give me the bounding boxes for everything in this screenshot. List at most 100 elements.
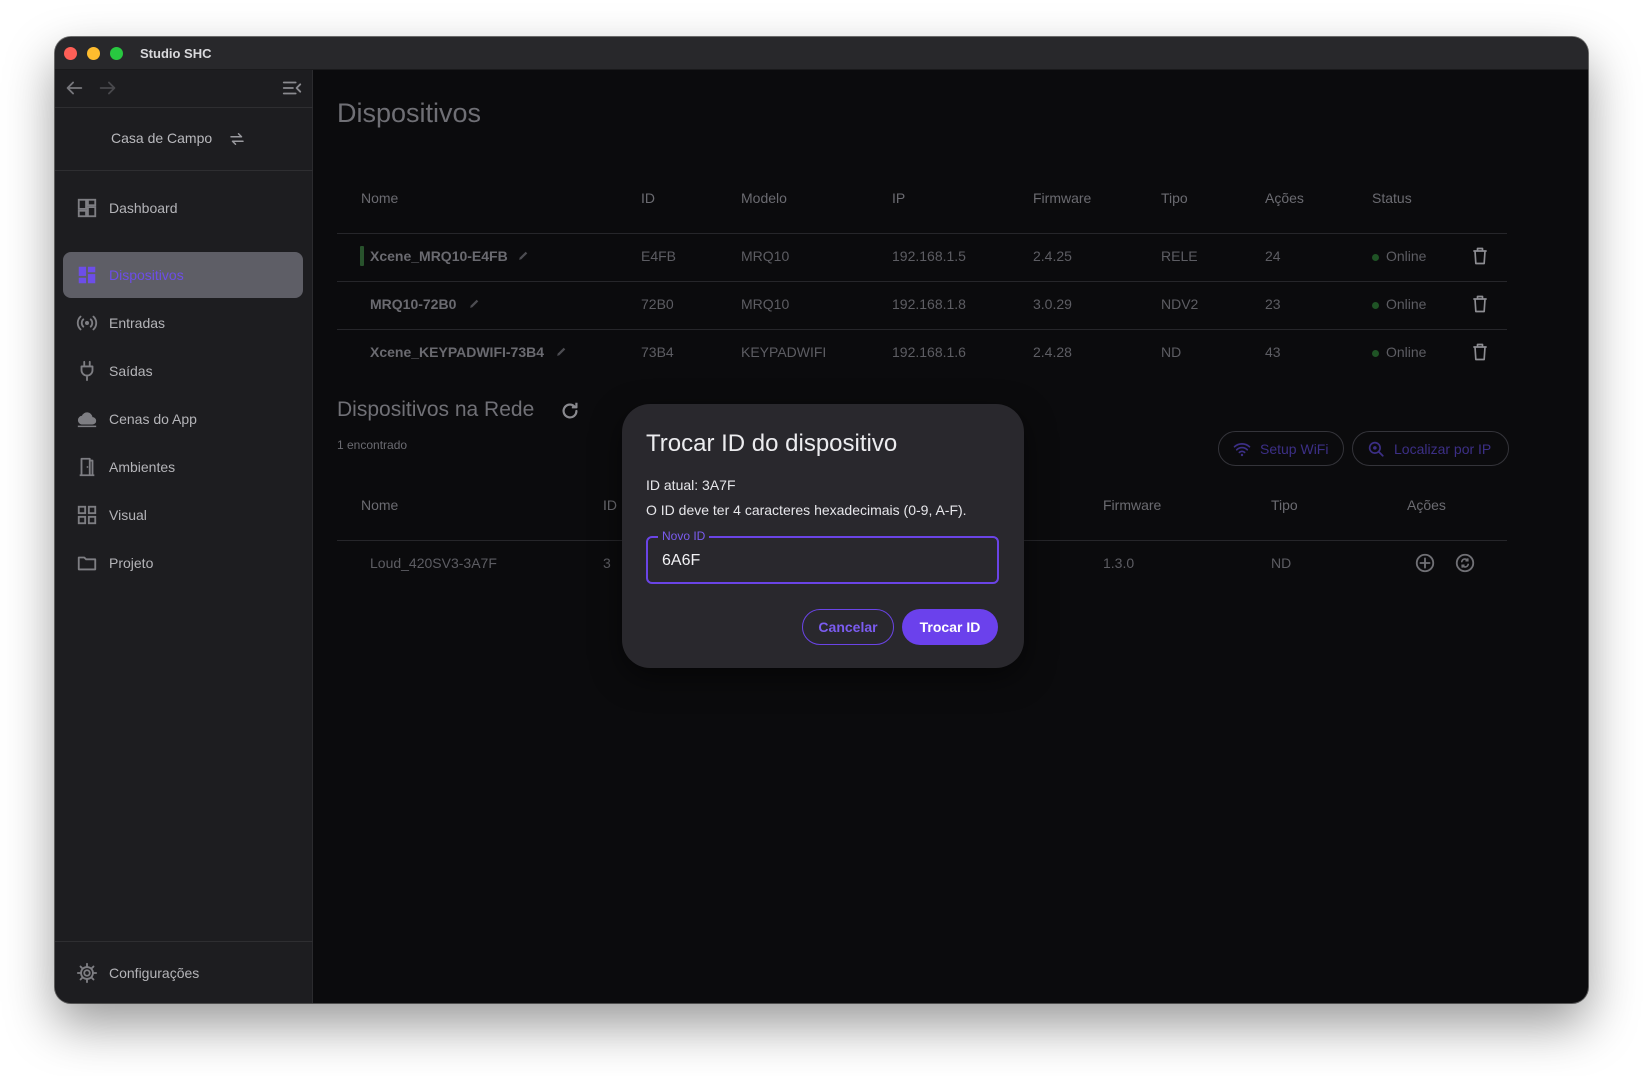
close-window-button[interactable] [64, 47, 77, 60]
trash-icon[interactable] [1470, 245, 1490, 267]
sidebar-item-label: Saídas [109, 363, 153, 379]
sidebar-item-label: Projeto [109, 555, 154, 571]
column-header: Ações [1407, 497, 1446, 513]
pencil-icon[interactable] [468, 297, 481, 310]
column-header: Nome [361, 190, 399, 206]
device-model: MRQ10 [741, 248, 790, 264]
device-name: Xcene_MRQ10-E4FB [370, 248, 508, 264]
status-badge: Online [1386, 344, 1427, 360]
status-badge: Online [1386, 296, 1427, 312]
sidebar-item-label: Dashboard [109, 200, 178, 216]
change-id-button[interactable]: Trocar ID [902, 609, 998, 645]
device-ip: 192.168.1.8 [892, 296, 966, 312]
new-id-field[interactable]: Novo ID [646, 529, 999, 584]
pencil-icon[interactable] [555, 345, 568, 358]
title-bar: Studio SHC [55, 37, 1588, 70]
column-header: Tipo [1271, 497, 1298, 513]
column-header: Firmware [1103, 497, 1162, 513]
dialog-title: Trocar ID do dispositivo [646, 430, 898, 457]
change-id-icon[interactable] [1454, 552, 1476, 574]
device-type: NDV2 [1161, 296, 1199, 312]
device-ip: 192.168.1.6 [892, 344, 966, 360]
maximize-window-button[interactable] [110, 47, 123, 60]
change-id-dialog: Trocar ID do dispositivo ID atual: 3A7F … [622, 404, 1024, 668]
collapse-sidebar-icon[interactable] [281, 77, 303, 99]
project-selector[interactable]: Casa de Campo [55, 108, 313, 171]
network-device-type: ND [1271, 555, 1292, 571]
sidebar-item-label: Cenas do App [109, 411, 197, 427]
sidebar-item-dashboard[interactable]: Dashboard [63, 185, 303, 231]
status-dot [1372, 302, 1379, 309]
sidebar-item-project[interactable]: Projeto [63, 540, 303, 586]
column-header: ID [641, 190, 655, 206]
sidebar-item-label: Dispositivos [109, 267, 184, 283]
device-model: MRQ10 [741, 296, 790, 312]
sidebar-item-label: Ambientes [109, 459, 176, 475]
window-title: Studio SHC [140, 46, 212, 61]
forward-arrow-icon[interactable] [97, 77, 119, 99]
plug-icon [80, 360, 94, 382]
new-id-field-label: Novo ID [658, 529, 710, 543]
settings-item[interactable]: Configurações [63, 950, 303, 996]
column-header: Firmware [1033, 190, 1092, 206]
sidebar-item-label: Visual [109, 507, 147, 523]
devices-table-header: Nome ID Modelo IP Firmware Tipo Ações St… [337, 178, 1507, 234]
network-device-id: 3 [603, 555, 611, 571]
trash-icon[interactable] [1470, 293, 1490, 315]
sidebar-item-app-scenes[interactable]: Cenas do App [63, 396, 303, 442]
sidebar: Casa de Campo Dashboard Dispositivos Ent… [55, 70, 313, 1003]
sidebar-item-rooms[interactable]: Ambientes [63, 444, 303, 490]
device-id: 72B0 [641, 296, 674, 312]
column-header: IP [892, 190, 906, 206]
id-format-hint: O ID deve ter 4 caracteres hexadecimais … [646, 502, 967, 518]
setup-wifi-button[interactable]: Setup WiFi [1218, 431, 1344, 466]
device-id: E4FB [641, 248, 677, 264]
app-window: Studio SHC Casa de Campo Dashboard Dispo… [55, 37, 1588, 1003]
cancel-button[interactable]: Cancelar [802, 609, 894, 645]
status-dot [1372, 350, 1379, 357]
sidebar-item-visual[interactable]: Visual [63, 492, 303, 538]
page-title: Dispositivos [337, 98, 482, 128]
swap-project-icon[interactable] [228, 130, 246, 148]
search-ip-icon [1368, 441, 1384, 457]
add-device-icon[interactable] [1414, 552, 1436, 574]
back-arrow-icon[interactable] [63, 77, 85, 99]
pencil-icon[interactable] [517, 249, 530, 262]
device-name: MRQ10-72B0 [370, 296, 457, 312]
door-icon [79, 457, 95, 477]
sidebar-item-settings[interactable]: Configurações [55, 941, 313, 1003]
trash-icon[interactable] [1470, 341, 1490, 363]
table-row[interactable]: Xcene_KEYPADWIFI-73B4 73B4 KEYPADWIFI 19… [337, 330, 1507, 378]
device-actions: 24 [1265, 248, 1281, 264]
devices-icon [78, 266, 96, 284]
new-id-input[interactable] [662, 552, 982, 570]
minimize-window-button[interactable] [87, 47, 100, 60]
sidebar-item-outputs[interactable]: Saídas [63, 348, 303, 394]
setup-wifi-label: Setup WiFi [1260, 441, 1329, 457]
device-type: ND [1161, 344, 1182, 360]
selected-row-indicator [360, 246, 364, 266]
locate-by-ip-button[interactable]: Localizar por IP [1352, 431, 1509, 466]
wifi-icon [1233, 443, 1251, 457]
status-dot [1372, 254, 1379, 261]
locate-by-ip-label: Localizar por IP [1394, 441, 1492, 457]
column-header: Tipo [1161, 190, 1188, 206]
table-row[interactable]: MRQ10-72B0 72B0 MRQ10 192.168.1.8 3.0.29… [337, 282, 1507, 330]
folder-icon [77, 556, 97, 571]
current-id-text: ID atual: 3A7F [646, 477, 736, 493]
device-type: RELE [1161, 248, 1198, 264]
network-device-firmware: 1.3.0 [1103, 555, 1135, 571]
refresh-icon[interactable] [559, 400, 581, 422]
device-actions: 23 [1265, 296, 1281, 312]
device-firmware: 3.0.29 [1033, 296, 1072, 312]
column-header: Status [1372, 190, 1412, 206]
sidebar-item-inputs[interactable]: Entradas [63, 300, 303, 346]
device-model: KEYPADWIFI [741, 344, 827, 360]
sidebar-item-devices[interactable]: Dispositivos [63, 252, 303, 298]
table-row[interactable]: Xcene_MRQ10-E4FB E4FB MRQ10 192.168.1.5 … [337, 234, 1507, 282]
project-name: Casa de Campo [111, 130, 213, 146]
device-id: 73B4 [641, 344, 674, 360]
grid-icon [77, 505, 97, 525]
signal-icon [76, 315, 98, 331]
device-firmware: 2.4.28 [1033, 344, 1072, 360]
